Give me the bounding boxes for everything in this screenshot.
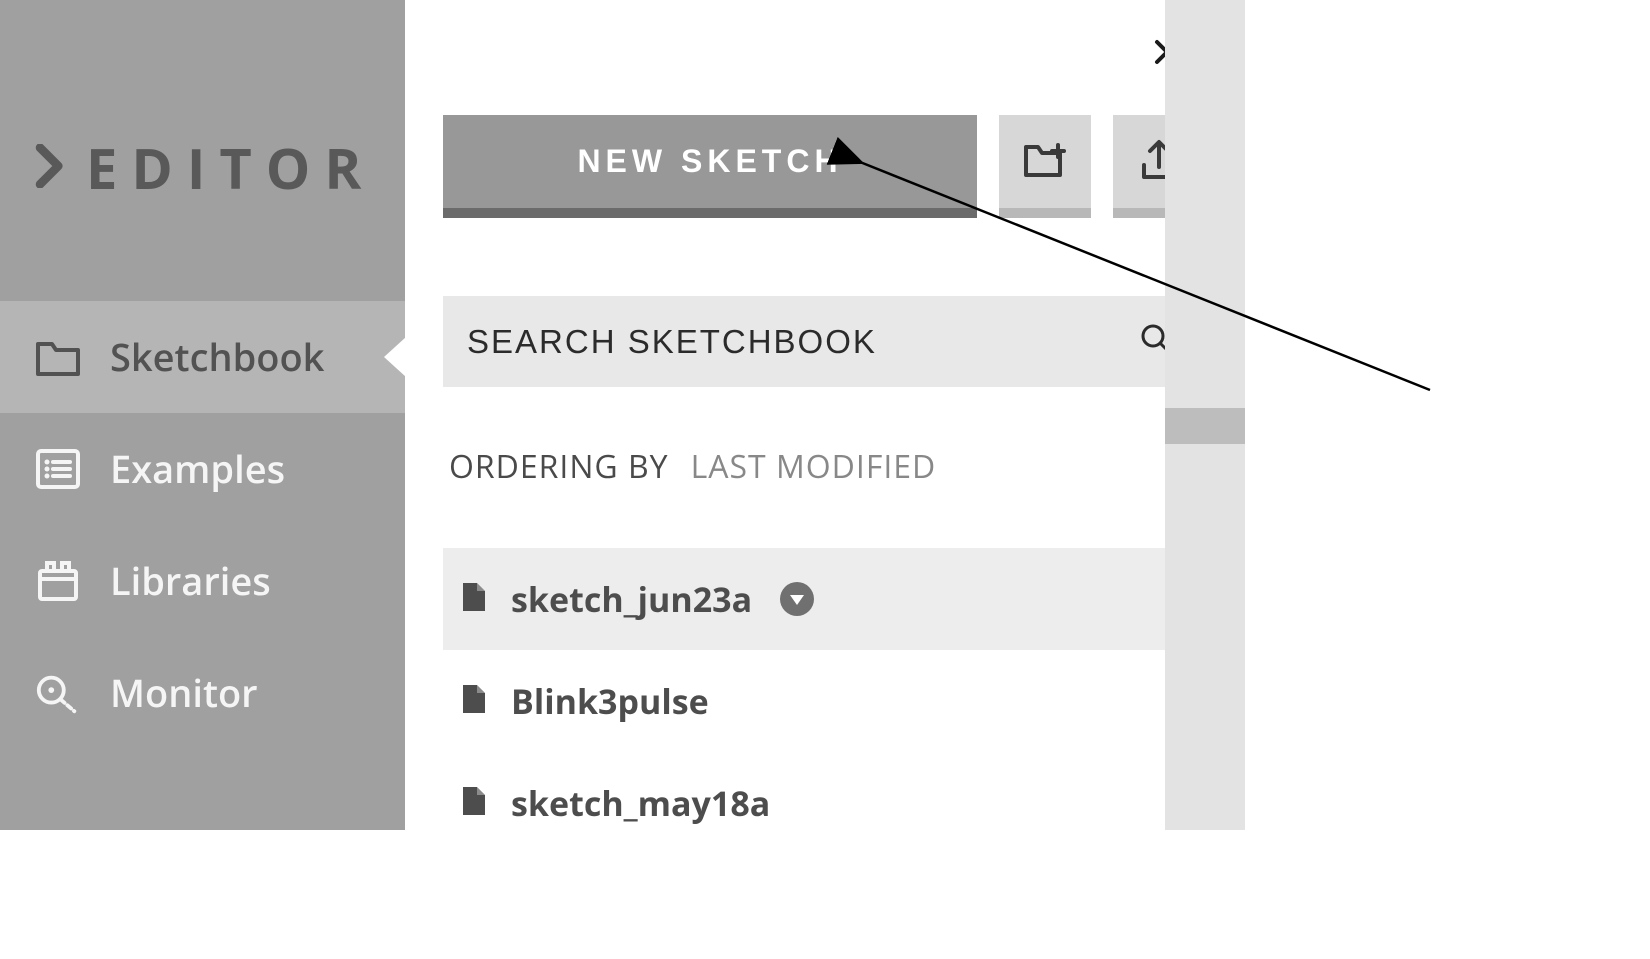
sketch-name: sketch_jun23a xyxy=(511,576,752,622)
new-folder-button[interactable] xyxy=(999,115,1091,218)
triangle-down-icon xyxy=(790,588,804,610)
app-frame: EDITOR Sketchbook xyxy=(0,0,1245,830)
right-gutter xyxy=(1165,0,1245,830)
sketch-menu-button[interactable] xyxy=(780,582,814,616)
sidebar: EDITOR Sketchbook xyxy=(0,0,405,830)
sidebar-item-label: Libraries xyxy=(110,555,271,607)
sidebar-item-monitor[interactable]: Monitor xyxy=(0,637,405,749)
sketch-name: Blink3pulse xyxy=(511,678,709,724)
folder-icon xyxy=(34,333,82,381)
sketch-list: sketch_jun23a Blink3pulse sketch_may18a xyxy=(443,548,1205,854)
sidebar-item-label: Examples xyxy=(110,443,285,495)
new-folder-icon xyxy=(1022,139,1068,184)
sketch-name: sketch_may18a xyxy=(511,780,770,826)
sidebar-item-label: Monitor xyxy=(110,667,258,719)
main-panel: NEW SKETCH xyxy=(405,0,1245,830)
ordering-row: ORDERING BY LAST MODIFIED xyxy=(443,445,1205,488)
file-icon xyxy=(461,785,487,822)
ordering-value[interactable]: LAST MODIFIED xyxy=(691,445,937,488)
toolbar: NEW SKETCH xyxy=(443,115,1205,218)
file-icon xyxy=(461,683,487,720)
sidebar-item-libraries[interactable]: Libraries xyxy=(0,525,405,637)
chevron-right-icon xyxy=(34,144,68,193)
sketch-row[interactable]: Blink3pulse xyxy=(443,650,1205,752)
sidebar-item-sketchbook[interactable]: Sketchbook xyxy=(0,301,405,413)
library-icon xyxy=(34,557,82,605)
file-icon xyxy=(461,581,487,618)
app-title: EDITOR xyxy=(86,130,375,206)
sidebar-item-examples[interactable]: Examples xyxy=(0,413,405,525)
sidebar-header: EDITOR xyxy=(0,0,405,206)
sketch-row[interactable]: sketch_may18a xyxy=(443,752,1205,854)
sidebar-item-label: Sketchbook xyxy=(110,331,324,383)
search-bar xyxy=(443,296,1205,387)
sidebar-nav: Sketchbook Examples xyxy=(0,301,405,749)
monitor-icon xyxy=(34,669,82,717)
scrollbar-thumb[interactable] xyxy=(1165,408,1245,444)
ordering-label: ORDERING BY xyxy=(449,445,669,488)
sketch-row[interactable]: sketch_jun23a xyxy=(443,548,1205,650)
search-input[interactable] xyxy=(467,323,1139,361)
new-sketch-button[interactable]: NEW SKETCH xyxy=(443,115,977,218)
list-icon xyxy=(34,445,82,493)
